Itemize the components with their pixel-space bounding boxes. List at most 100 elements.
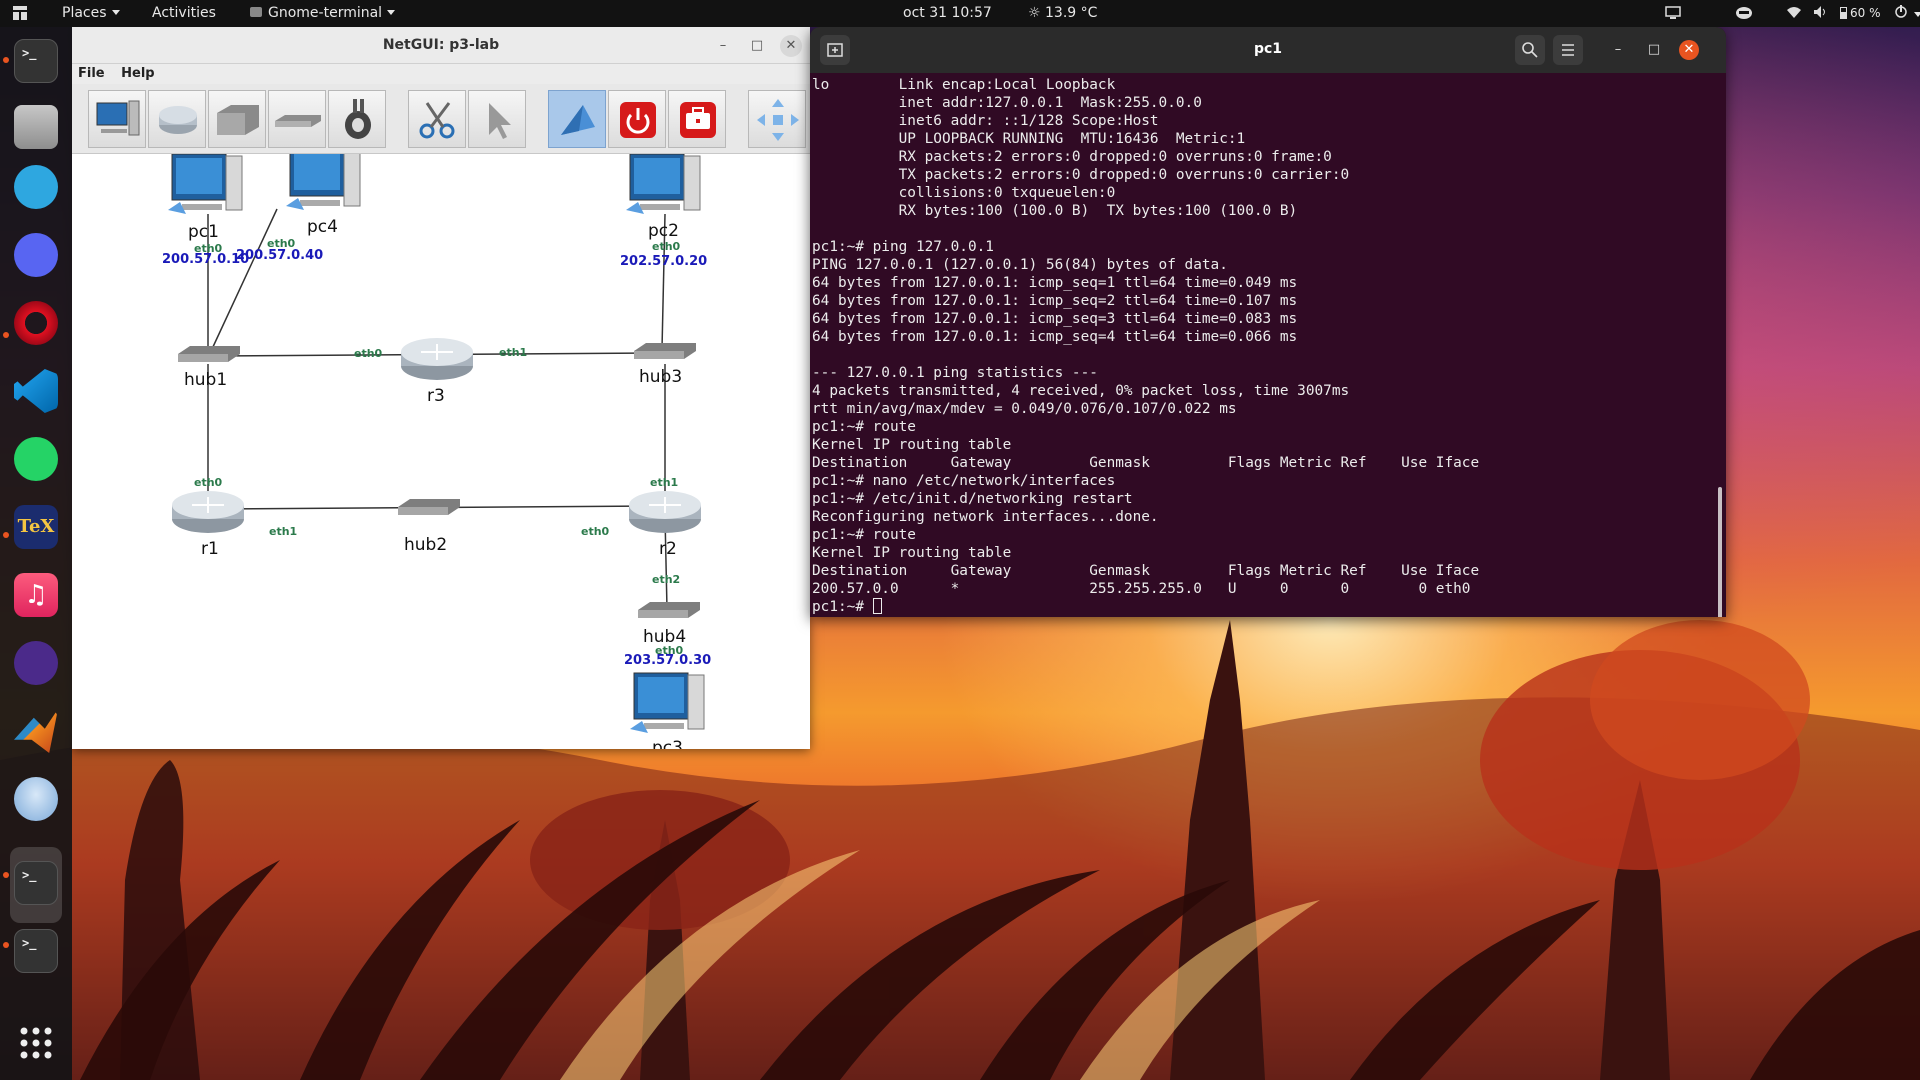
menu-file[interactable]: File [78, 66, 105, 81]
tool-add-terminal[interactable] [88, 90, 146, 148]
terminal-prompt-line[interactable]: pc1:~# [812, 598, 1726, 616]
hub2-hub-icon[interactable] [394, 493, 464, 523]
weather-widget[interactable]: ☼ 13.9 °C [1028, 5, 1097, 21]
minimize-button[interactable]: – [712, 35, 734, 57]
dock-whatsapp-icon[interactable] [10, 433, 62, 485]
menu-grid-icon[interactable] [12, 5, 28, 25]
network-canvas[interactable]: pc1 eth0 200.57.0.10 pc4 eth0 200.57.0.4… [72, 154, 810, 749]
pc1-computer-icon[interactable] [164, 154, 254, 230]
dock-files-icon[interactable] [10, 101, 62, 153]
terminal-output[interactable]: lo Link encap:Local Loopback inet addr:1… [810, 73, 1726, 617]
r1-router-icon[interactable] [168, 487, 248, 537]
r2-router-icon[interactable] [625, 487, 705, 537]
netgui-menubar: File Help [72, 64, 810, 84]
terminal-line: rtt min/avg/max/mdev = 0.049/0.076/0.107… [812, 401, 1237, 417]
tool-add-link[interactable] [328, 90, 386, 148]
r1-eth1-label: eth1 [269, 525, 298, 538]
terminal-line: RX packets:2 errors:0 dropped:0 overruns… [812, 149, 1332, 165]
dock-terminal-2-icon[interactable]: >_ [10, 925, 62, 977]
terminal-icon: >_ [14, 39, 58, 83]
terminal-small-icon [250, 7, 262, 17]
search-button[interactable] [1515, 35, 1545, 65]
close-button[interactable]: ✕ [780, 35, 802, 57]
netgui-title: NetGUI: p3-lab [382, 37, 500, 53]
battery-indicator[interactable]: 60 % [1840, 6, 1881, 20]
hub2-label: hub2 [404, 535, 448, 555]
pc3-computer-icon[interactable] [626, 669, 716, 749]
r2-label: r2 [659, 539, 677, 559]
cursor-arrow-icon [489, 103, 511, 139]
hamburger-menu-button[interactable] [1553, 35, 1583, 65]
move-arrows-icon [757, 99, 799, 141]
tool-add-router[interactable] [148, 90, 206, 148]
app-grid-icon [20, 1027, 52, 1059]
running-indicator [3, 942, 9, 948]
power-menu-icon[interactable] [1893, 5, 1920, 23]
hamburger-icon [1562, 44, 1574, 56]
r3-label: r3 [427, 386, 445, 406]
maximize-button[interactable]: □ [746, 35, 768, 57]
sun-icon: ☼ [1028, 5, 1041, 21]
netgui-window: NetGUI: p3-lab – □ ✕ File Help pc1 eth0 … [72, 27, 810, 749]
pc2-label: pc2 [648, 221, 679, 241]
screen-icon[interactable] [1665, 5, 1681, 23]
tool-select[interactable] [468, 90, 526, 148]
wifi-icon[interactable] [1786, 5, 1802, 23]
battery-icon [1840, 7, 1847, 19]
notification-icon[interactable] [1735, 5, 1753, 25]
volume-icon[interactable] [1812, 5, 1828, 23]
netgui-titlebar[interactable]: NetGUI: p3-lab – □ ✕ [72, 27, 810, 64]
dock-vscode-icon[interactable] [10, 365, 62, 417]
terminal-window: pc1 – □ ✕ lo Link encap:Local Loopback i… [810, 27, 1726, 617]
show-apps-button[interactable] [10, 1017, 62, 1069]
dock-matlab-icon[interactable] [10, 705, 62, 757]
terminal-scrollbar[interactable] [1718, 487, 1722, 617]
tool-move[interactable] [748, 90, 806, 148]
hub3-hub-icon[interactable] [630, 337, 700, 367]
dock-podcasts-icon[interactable] [10, 637, 62, 689]
chevron-down-icon [387, 10, 396, 15]
terminal-line: Kernel IP routing table [812, 437, 1012, 453]
tool-power[interactable] [608, 90, 666, 148]
clock[interactable]: oct 31 10:57 [903, 5, 992, 21]
tool-cut[interactable] [408, 90, 466, 148]
battery-percent: 60 % [1850, 6, 1881, 20]
tool-tools[interactable] [668, 90, 726, 148]
tex-icon: TeX [14, 505, 58, 549]
dock-discord-icon[interactable] [10, 229, 62, 281]
terminal-line: Reconfiguring network interfaces...done. [812, 509, 1159, 525]
cable-icon [345, 99, 371, 139]
terminal-line: 64 bytes from 127.0.0.1: icmp_seq=1 ttl=… [812, 275, 1298, 291]
terminal-line: 64 bytes from 127.0.0.1: icmp_seq=3 ttl=… [812, 311, 1298, 327]
activities-button[interactable]: Activities [152, 5, 216, 21]
hub4-hub-icon[interactable] [634, 596, 704, 626]
pc2-computer-icon[interactable] [622, 154, 712, 230]
tool-add-hub[interactable] [268, 90, 326, 148]
terminal-line: TX packets:2 errors:0 dropped:0 overruns… [812, 167, 1350, 183]
dock-mail-icon[interactable] [10, 161, 62, 213]
pc4-computer-icon[interactable] [282, 154, 372, 226]
top-bar: Places Activities Gnome-terminal oct 31 … [0, 0, 1920, 27]
dock-music-icon[interactable]: ♫ [10, 569, 62, 621]
terminal-icon: >_ [14, 929, 58, 973]
tool-add-switch[interactable] [208, 90, 266, 148]
chevron-down-icon [111, 10, 120, 15]
tool-draw-link[interactable] [548, 90, 606, 148]
terminal-line: Destination Gateway Genmask Flags Metric… [812, 563, 1480, 579]
dock-netgui-icon[interactable] [10, 773, 62, 825]
dock-terminal-icon[interactable]: >_ [10, 35, 62, 87]
close-button[interactable]: ✕ [1679, 40, 1699, 60]
hub1-hub-icon[interactable] [174, 340, 244, 370]
dock-opera-icon[interactable] [10, 297, 62, 349]
dock-terminal-active-icon[interactable]: >_ [10, 847, 62, 923]
places-menu[interactable]: Places [62, 5, 120, 21]
r3-router-icon[interactable] [397, 334, 477, 384]
dock-tex-icon[interactable]: TeX [10, 501, 62, 553]
menu-help[interactable]: Help [121, 66, 154, 81]
toolbox-icon [680, 102, 716, 138]
minimize-button[interactable]: – [1608, 40, 1628, 60]
maximize-button[interactable]: □ [1644, 40, 1664, 60]
app-menu[interactable]: Gnome-terminal [250, 5, 396, 21]
terminal-headerbar[interactable]: pc1 – □ ✕ [810, 27, 1726, 73]
terminal-line: inet6 addr: ::1/128 Scope:Host [812, 113, 1159, 129]
